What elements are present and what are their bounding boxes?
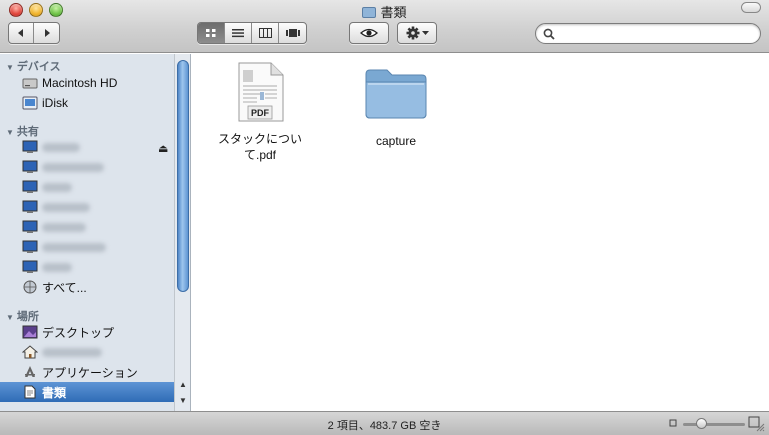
file-name-line: capture [375, 134, 417, 148]
pdf-badge-text: PDF [251, 108, 270, 118]
computer-icon [22, 180, 38, 193]
view-mode-control [197, 22, 307, 44]
applications-icon [25, 366, 35, 377]
coverflow-view-icon [285, 29, 300, 37]
sidebar-item-label: iDisk [42, 96, 68, 110]
sidebar-item-shared-all[interactable]: すべて... [0, 277, 174, 297]
network-globe-icon [23, 280, 37, 294]
search-input[interactable] [558, 26, 753, 41]
file-name: スタックについ て.pdf [210, 131, 310, 163]
sidebar-item-desktop[interactable]: デスクトップ [0, 322, 174, 342]
sidebar-item-shared-computer[interactable] [0, 177, 174, 197]
sidebar-item-shared-computer[interactable] [0, 137, 174, 157]
quick-look-button[interactable] [350, 23, 388, 43]
sidebar: ▼ デバイス Macintosh HD iDisk ▼ 共有 すべて... ▼ … [0, 54, 174, 411]
file-name-line: スタックについ [217, 132, 302, 146]
sidebar-item-home[interactable] [0, 342, 174, 362]
forward-button[interactable] [34, 23, 59, 43]
status-bar: 2 項目、483.7 GB 空き [0, 411, 769, 435]
icon-size-slider[interactable] [683, 418, 745, 429]
sidebar-item-idisk[interactable]: iDisk [0, 93, 174, 113]
window-title: 書類 [0, 2, 769, 21]
icon-view-icon [206, 29, 216, 37]
window-title-text: 書類 [380, 5, 407, 20]
desktop-icon [22, 325, 38, 339]
redacted-name [42, 202, 90, 212]
search-icon [543, 28, 555, 40]
icon-view-button[interactable] [198, 23, 225, 43]
computer-icon [22, 160, 38, 173]
small-icon-size-icon [669, 419, 677, 427]
back-forward-control [8, 22, 60, 44]
back-button[interactable] [9, 23, 34, 43]
home-icon [22, 345, 38, 359]
coverflow-view-button[interactable] [279, 23, 306, 43]
computer-icon [22, 220, 38, 233]
redacted-name [42, 222, 86, 232]
hard-disk-icon [22, 78, 38, 89]
computer-icon [22, 200, 38, 213]
sidebar-item-label: アプリケーション [42, 365, 138, 380]
column-view-icon [258, 28, 272, 38]
file-browser-area[interactable]: PDF スタックについ て.pdf capture [192, 54, 769, 411]
sidebar-item-label: デスクトップ [42, 325, 115, 340]
eye-icon [360, 28, 378, 38]
sidebar-section-devices[interactable]: ▼ デバイス [6, 58, 61, 74]
disclosure-triangle-icon[interactable]: ▼ [6, 313, 14, 322]
forward-arrow-icon [44, 29, 50, 37]
sidebar-item-label: Macintosh HD [42, 76, 118, 90]
sidebar-item-applications[interactable]: アプリケーション [0, 362, 174, 382]
redacted-name [42, 162, 104, 172]
sidebar-item-macintosh-hd[interactable]: Macintosh HD [0, 73, 174, 93]
finder-window: 書類 ▼ デバイス Macintosh HD iDisk ▼ 共有 すべて...… [0, 0, 769, 435]
search-field[interactable] [535, 23, 761, 44]
toolbar: 書類 [0, 0, 769, 53]
sidebar-item-shared-computer[interactable] [0, 217, 174, 237]
gear-icon [406, 26, 419, 40]
folder-icon [362, 7, 377, 18]
sidebar-item-shared-computer[interactable] [0, 157, 174, 177]
idisk-icon [22, 96, 38, 110]
sidebar-item-label: すべて... [42, 280, 87, 295]
sidebar-scrollbar[interactable]: ▲ ▼ [174, 54, 191, 411]
sidebar-item-label: 書類 [42, 385, 67, 400]
redacted-name [42, 242, 106, 252]
redacted-name [42, 262, 72, 272]
file-item-pdf[interactable]: PDF スタックについ て.pdf [210, 62, 310, 163]
documents-icon [24, 385, 36, 399]
pdf-document-icon: PDF [238, 62, 284, 122]
quick-look-control [349, 22, 389, 44]
list-view-icon [232, 29, 244, 38]
disclosure-triangle-icon[interactable]: ▼ [6, 63, 14, 72]
redacted-name [42, 347, 102, 357]
status-text: 2 項目、483.7 GB 空き [327, 420, 442, 432]
sidebar-item-documents[interactable]: 書類 [0, 382, 174, 402]
scroll-up-arrow-icon[interactable]: ▲ [179, 380, 187, 389]
icon-size-slider-knob[interactable] [695, 418, 707, 429]
folder-icon [365, 69, 427, 119]
action-menu-control [397, 22, 437, 44]
file-name-line: て.pdf [243, 148, 277, 162]
sidebar-item-shared-computer[interactable] [0, 197, 174, 217]
column-view-button[interactable] [252, 23, 279, 43]
file-name: capture [346, 133, 446, 149]
computer-icon [22, 260, 38, 273]
list-view-button[interactable] [225, 23, 252, 43]
toolbar-toggle-button[interactable] [741, 2, 761, 13]
sidebar-scroll-thumb[interactable] [177, 60, 189, 292]
computer-icon [22, 240, 38, 253]
sidebar-item-shared-computer[interactable] [0, 237, 174, 257]
scroll-down-arrow-icon[interactable]: ▼ [179, 396, 187, 405]
computer-icon [22, 140, 38, 153]
eject-icon[interactable]: ⏏ [158, 142, 168, 155]
resize-grip-icon[interactable] [755, 422, 765, 432]
sidebar-item-shared-computer[interactable] [0, 257, 174, 277]
disclosure-triangle-icon[interactable]: ▼ [6, 128, 14, 137]
file-item-folder[interactable]: capture [346, 66, 446, 149]
back-arrow-icon [18, 29, 23, 37]
redacted-name [42, 142, 80, 152]
redacted-name [42, 182, 72, 192]
chevron-down-icon [421, 30, 429, 35]
action-menu-button[interactable] [398, 23, 436, 43]
